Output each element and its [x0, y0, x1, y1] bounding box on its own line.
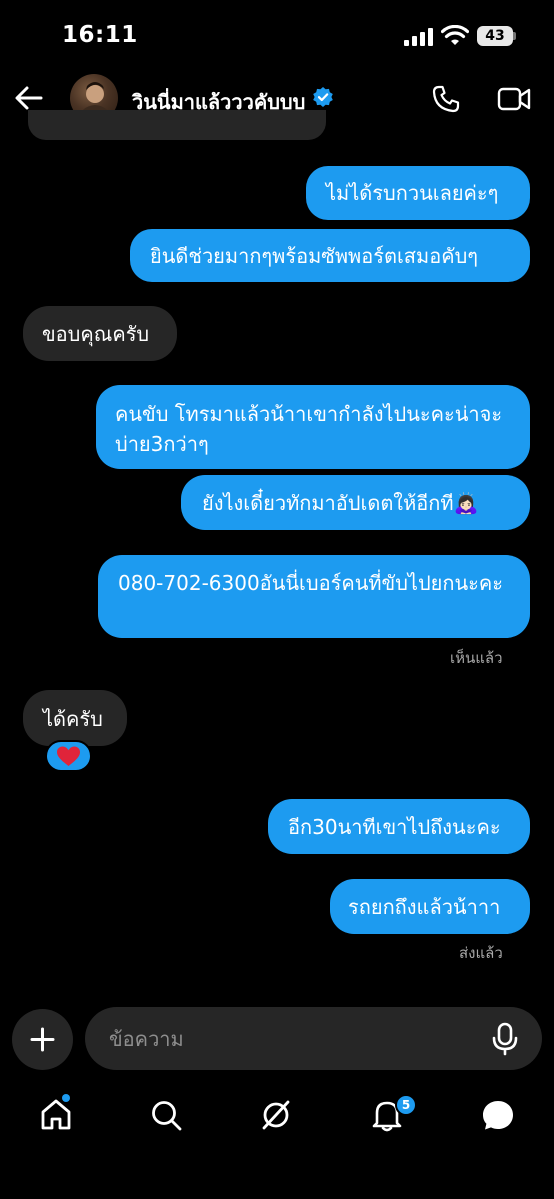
messages-icon[interactable]: [480, 1097, 516, 1133]
home-icon[interactable]: [38, 1097, 74, 1133]
heart-reaction[interactable]: [45, 740, 92, 772]
outgoing-message[interactable]: 080-702-6300อันนี่เบอร์คนที่ขับไปยกนะคะ: [98, 555, 530, 638]
message-input[interactable]: [109, 1024, 469, 1054]
outgoing-message[interactable]: อีก30นาทีเขาไปถึงนะคะ: [268, 799, 530, 854]
outgoing-message[interactable]: รถยกถึงแล้วน้าาา: [330, 879, 530, 934]
heart-icon: [57, 746, 80, 766]
explore-slash-icon[interactable]: [258, 1097, 294, 1133]
battery-level: 43: [477, 26, 513, 46]
notification-count-badge: 5: [395, 1094, 417, 1116]
incoming-message[interactable]: ได้ครับ: [23, 690, 127, 746]
status-time: 16:11: [62, 22, 138, 48]
seen-receipt: เห็นแล้ว: [450, 649, 503, 667]
phone-call-icon[interactable]: [431, 84, 461, 114]
search-icon[interactable]: [148, 1097, 184, 1133]
back-arrow-icon[interactable]: [14, 84, 44, 112]
home-notification-dot: [62, 1094, 70, 1102]
previous-message-bubble: [28, 110, 326, 140]
verified-badge-icon: [313, 87, 333, 107]
microphone-icon[interactable]: [490, 1022, 520, 1056]
add-attachment-button[interactable]: [12, 1009, 73, 1070]
outgoing-message[interactable]: คนขับ โทรมาแล้วน้าาเขากำลังไปนะคะน่าจะบ่…: [96, 385, 530, 469]
cellular-signal-icon: [404, 28, 433, 46]
message-composer: [85, 1007, 542, 1070]
outgoing-message[interactable]: ยังไงเดี๋ยวทักมาอัปเดตให้อีกที🙇🏻‍♀️: [181, 475, 530, 530]
outgoing-message[interactable]: ยินดีช่วยมากๆพร้อมซัพพอร์ตเสมอคับๆ: [130, 229, 530, 282]
wifi-icon: [441, 25, 469, 45]
sent-receipt: ส่งแล้ว: [459, 944, 503, 962]
outgoing-message[interactable]: ไม่ได้รบกวนเลยค่ะๆ: [306, 166, 530, 220]
incoming-message[interactable]: ขอบคุณครับ: [23, 306, 177, 361]
plus-icon: [30, 1027, 55, 1052]
battery-icon: [513, 32, 516, 40]
video-call-icon[interactable]: [497, 86, 531, 112]
